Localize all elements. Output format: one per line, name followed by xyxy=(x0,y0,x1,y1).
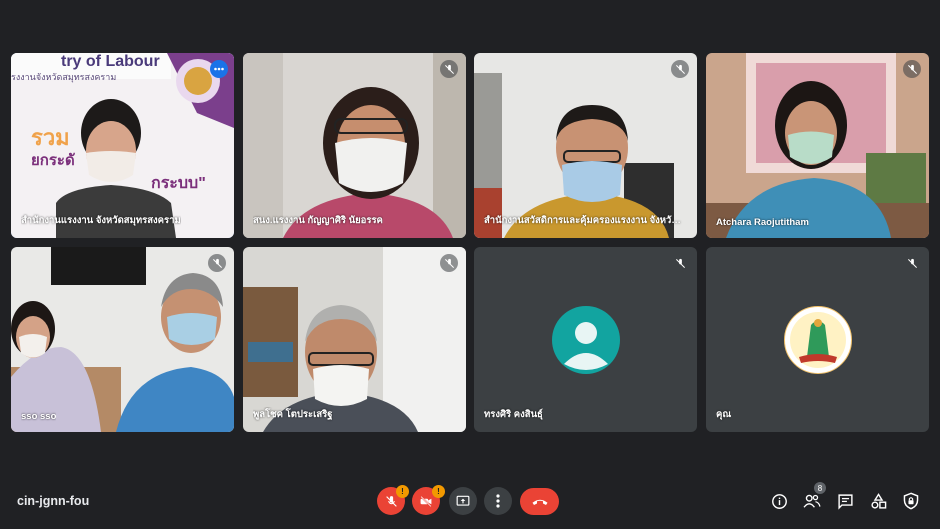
mic-off-icon xyxy=(903,60,921,78)
shield-lock-icon xyxy=(903,492,919,510)
mic-off-icon xyxy=(671,254,689,272)
chat-button[interactable] xyxy=(835,491,855,511)
participant-name: คุณ xyxy=(716,409,732,420)
participant-tile-5[interactable]: sso sso xyxy=(11,247,234,432)
meeting-details-button[interactable] xyxy=(769,491,789,511)
chat-icon xyxy=(837,493,853,510)
person-icon xyxy=(564,322,608,370)
participant-tile-4[interactable]: Atchara Raojutitham xyxy=(706,53,929,238)
info-icon xyxy=(771,493,787,509)
leave-call-button[interactable] xyxy=(520,488,559,515)
participant-name: พูลโชค โตประเสริฐ xyxy=(253,409,333,420)
mic-off-icon xyxy=(440,60,458,78)
mic-off-icon xyxy=(385,495,397,507)
participant-tile-7[interactable]: ทรงศิริ คงสินธุ์ xyxy=(474,247,697,432)
mic-warning-badge: ! xyxy=(396,485,409,498)
participant-name: สำนักงานแรงงาน จังหวัดสมุทรสงคราม xyxy=(21,215,181,226)
svg-text:ยกระดั: ยกระดั xyxy=(31,152,76,169)
participant-count-badge: 8 xyxy=(814,482,826,494)
participant-name: Atchara Raojutitham xyxy=(716,217,809,228)
camera-off-icon xyxy=(420,495,432,507)
participants-button[interactable] xyxy=(802,491,822,511)
people-icon xyxy=(803,494,821,508)
participant-tile-3[interactable]: สำนักงานสวัสดิการและคุ้มครองแรงงาน จังหว… xyxy=(474,53,697,238)
present-screen-button[interactable] xyxy=(449,487,477,515)
mic-off-icon xyxy=(440,254,458,272)
participant-tile-2[interactable]: สนง.แรงงาน กัญญาศิริ นัยอรรค xyxy=(243,53,466,238)
participant-name: ทรงศิริ คงสินธุ์ xyxy=(484,409,543,420)
svg-text:กระบบ": กระบบ" xyxy=(151,175,206,192)
participant-tile-6[interactable]: พูลโชค โตประเสริฐ xyxy=(243,247,466,432)
hang-up-icon xyxy=(532,499,547,505)
banner-subtitle: รงงานจังหวัดสมุทรสงคราม xyxy=(11,72,117,82)
participant-video-4 xyxy=(706,53,929,238)
avatar xyxy=(552,306,620,374)
video-grid: รวม ยกระดั กระบบ" try of Labour รงงานจัง… xyxy=(0,0,940,529)
present-screen-icon xyxy=(456,495,470,506)
participant-name: สนง.แรงงาน กัญญาศิริ นัยอรรค xyxy=(253,215,383,226)
mic-off-icon xyxy=(208,254,226,272)
participant-video-2 xyxy=(243,53,466,238)
participant-video-3 xyxy=(474,53,697,238)
mic-off-icon xyxy=(671,60,689,78)
mic-off-icon xyxy=(903,254,921,272)
meeting-code: cin-jgnn-fou xyxy=(17,494,90,508)
camera-warning-badge: ! xyxy=(432,485,445,498)
participant-name: สำนักงานสวัสดิการและคุ้มครองแรงงาน จังหว… xyxy=(484,215,684,226)
more-options-button[interactable] xyxy=(484,487,512,515)
participant-tile-8[interactable]: คุณ xyxy=(706,247,929,432)
activities-button[interactable] xyxy=(868,491,888,511)
emblem-icon xyxy=(790,312,846,368)
participant-tile-1[interactable]: รวม ยกระดั กระบบ" try of Labour รงงานจัง… xyxy=(11,53,234,238)
participant-name: sso sso xyxy=(21,411,57,422)
banner-title: try of Labour xyxy=(61,53,160,70)
more-options-icon[interactable] xyxy=(210,60,228,78)
host-controls-button[interactable] xyxy=(901,491,921,511)
participant-video-5 xyxy=(11,247,234,432)
participant-video-6 xyxy=(243,247,466,432)
more-vert-icon xyxy=(496,494,500,508)
svg-text:รวม: รวม xyxy=(31,125,70,150)
shapes-icon xyxy=(870,492,886,509)
avatar xyxy=(784,306,852,374)
